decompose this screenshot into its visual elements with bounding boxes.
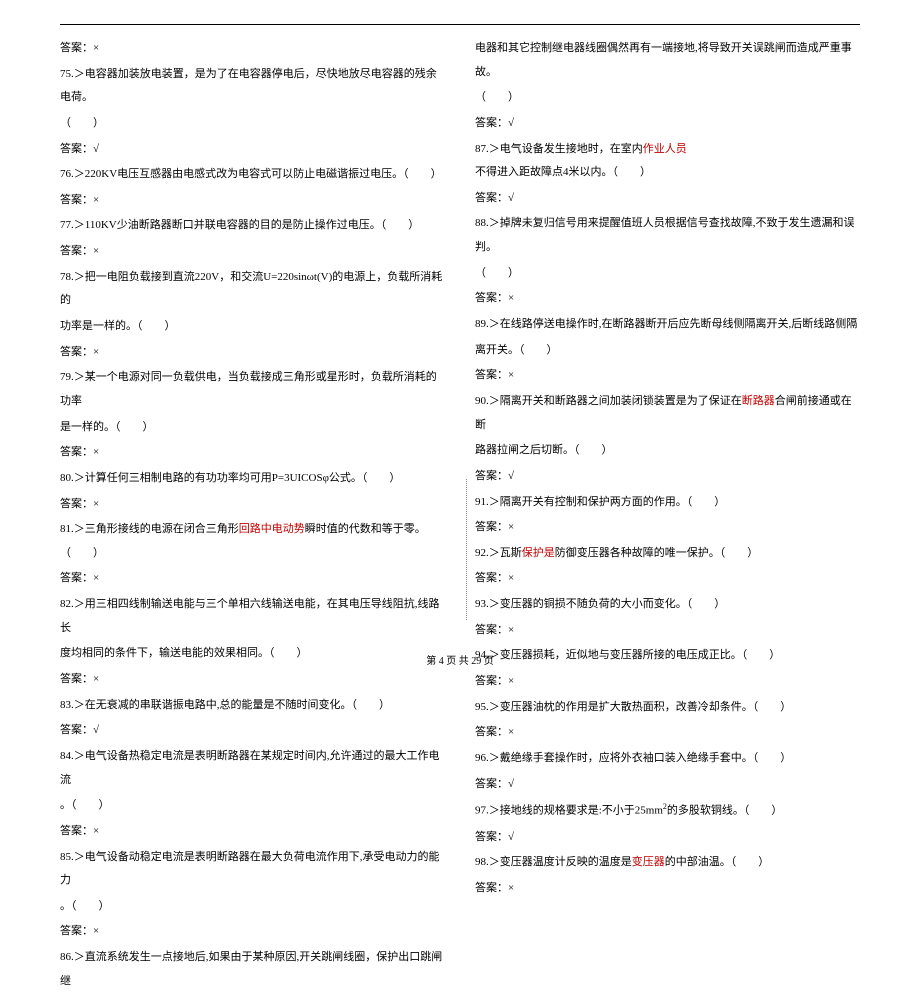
q90-red: 断路器 — [742, 395, 775, 407]
question-98: 98.＞变压器温度计反映的温度是变压器的中部油温。（ ） — [475, 851, 860, 875]
question-88-line1: 88.＞掉牌未复归信号用来提醒值班人员根据信号查找故障,不致于发生遗漏和误判。 — [475, 212, 860, 259]
question-87: 87.＞电气设备发生接地时，在室内作业人员不得进入距故障点4米以内。（ ） — [475, 138, 860, 185]
question-75: 75.＞电容器加装放电装置，是为了在电容器停电后，尽快地放尽电容器的残余电荷。 — [60, 63, 445, 110]
question-89-line2: 离开关。（ ） — [475, 339, 860, 363]
answer-96: 答案：√ — [475, 773, 860, 797]
q92-red: 保护是 — [522, 547, 555, 559]
question-92: 92.＞瓦斯保护是防御变压器各种故障的唯一保护。（ ） — [475, 542, 860, 566]
answer-74: 答案：× — [60, 37, 445, 61]
answer-86: 答案：√ — [475, 112, 860, 136]
q97-pre: 97.＞接地线的规格要求是:不小于25mm — [475, 805, 663, 817]
answer-88: 答案：× — [475, 287, 860, 311]
right-column: 电器和其它控制继电器线圈偶然再有一端接地,将导致开关误跳闸而造成严重事故。 （ … — [475, 35, 860, 993]
top-rule — [60, 24, 860, 25]
question-80: 80.＞计算任何三相制电路的有功功率均可用P=3UICOSφ公式。（ ） — [60, 467, 445, 491]
q81-red: 回路中电动势 — [239, 523, 305, 535]
column-divider — [466, 479, 467, 620]
question-85-line1: 85.＞电气设备动稳定电流是表明断路器在最大负荷电流作用下,承受电动力的能力 — [60, 846, 445, 893]
question-86-cont2: （ ） — [475, 86, 860, 110]
question-86-cont1: 电器和其它控制继电器线圈偶然再有一端接地,将导致开关误跳闸而造成严重事故。 — [475, 37, 860, 84]
question-82-line1: 82.＞用三相四线制输送电能与三个单相六线输送电能，在其电压导线阻抗,线路长 — [60, 593, 445, 640]
q92-pre: 92.＞瓦斯 — [475, 547, 522, 559]
answer-84: 答案：× — [60, 820, 445, 844]
question-79-line2: 是一样的。（ ） — [60, 416, 445, 440]
answer-90: 答案：√ — [475, 465, 860, 489]
question-86-line1: 86.＞直流系统发生一点接地后,如果由于某种原因,开关跳闸线圈，保护出口跳闸继 — [60, 946, 445, 993]
question-93: 93.＞变压器的铜损不随负荷的大小而变化。（ ） — [475, 593, 860, 617]
answer-91: 答案：× — [475, 516, 860, 540]
question-89-line1: 89.＞在线路停送电操作时,在断路器断开后应先断母线侧隔离开关,后断线路侧隔 — [475, 313, 860, 337]
question-76: 76.＞220KV电压互感器由电感式改为电容式可以防止电磁谐振过电压。（ ） — [60, 163, 445, 187]
question-85-line2: 。（ ） — [60, 895, 445, 919]
question-77: 77.＞110KV少油断路器断口并联电容器的目的是防止操作过电压。（ ） — [60, 214, 445, 238]
q92-post: 防御变压器各种故障的唯一保护。（ ） — [555, 547, 759, 559]
question-84-line2: 。（ ） — [60, 794, 445, 818]
question-88-line2: （ ） — [475, 262, 860, 286]
question-96: 96.＞戴绝缘手套操作时，应将外衣袖口装入绝缘手套中。（ ） — [475, 747, 860, 771]
q98-post: 的中部油温。（ ） — [665, 856, 770, 868]
question-95: 95.＞变压器油枕的作用是扩大散热面积，改善冷却条件。（ ） — [475, 696, 860, 720]
q90-pre: 90.＞隔离开关和断路器之间加装闭锁装置是为了保证在 — [475, 395, 742, 407]
question-84-line1: 84.＞电气设备热稳定电流是表明断路器在某规定时间内,允许通过的最大工作电流 — [60, 745, 445, 792]
question-97: 97.＞接地线的规格要求是:不小于25mm2的多股软铜线。（ ） — [475, 798, 860, 823]
question-90-line1: 90.＞隔离开关和断路器之间加装闭锁装置是为了保证在断路器合闸前接通或在断 — [475, 390, 860, 437]
answer-89: 答案：× — [475, 364, 860, 388]
q98-red: 变压器 — [632, 856, 665, 868]
answer-79: 答案：× — [60, 441, 445, 465]
answer-83: 答案：√ — [60, 719, 445, 743]
question-79-line1: 79.＞某一个电源对同一负载供电，当负载接成三角形或星形时，负载所消耗的功率 — [60, 366, 445, 413]
question-78-line1: 78.＞把一电阻负载接到直流220V，和交流U=220sinωt(V)的电源上，… — [60, 266, 445, 313]
question-90-line2: 路器拉闸之后切断。（ ） — [475, 439, 860, 463]
answer-95: 答案：× — [475, 721, 860, 745]
q87-pre: 87.＞电气设备发生接地时，在室内 — [475, 143, 643, 155]
answer-75: 答案：√ — [60, 138, 445, 162]
question-91: 91.＞隔离开关有控制和保护两方面的作用。（ ） — [475, 491, 860, 515]
answer-98: 答案：× — [475, 877, 860, 901]
q98-pre: 98.＞变压器温度计反映的温度是 — [475, 856, 632, 868]
answer-92: 答案：× — [475, 567, 860, 591]
answer-77: 答案：× — [60, 240, 445, 264]
answer-78: 答案：× — [60, 341, 445, 365]
left-column: 答案：× 75.＞电容器加装放电装置，是为了在电容器停电后，尽快地放尽电容器的残… — [60, 35, 445, 993]
q87-red: 作业人员 — [643, 143, 687, 155]
answer-93: 答案：× — [475, 619, 860, 643]
answer-87: 答案：√ — [475, 187, 860, 211]
question-81: 81.＞三角形接线的电源在闭合三角形回路中电动势瞬时值的代数和等于零。（ ） — [60, 518, 445, 565]
q81-pre: 81.＞三角形接线的电源在闭合三角形 — [60, 523, 239, 535]
paren-75: （ ） — [60, 112, 445, 136]
answer-82: 答案：× — [60, 668, 445, 692]
answer-85: 答案：× — [60, 920, 445, 944]
answer-94: 答案：× — [475, 670, 860, 694]
q97-post: 的多股软铜线。（ ） — [667, 805, 783, 817]
question-78-line2: 功率是一样的。（ ） — [60, 315, 445, 339]
answer-97: 答案：√ — [475, 826, 860, 850]
question-83: 83.＞在无衰减的串联谐振电路中,总的能量是不随时间变化。（ ） — [60, 694, 445, 718]
answer-76: 答案：× — [60, 189, 445, 213]
q87-post: 不得进入距故障点4米以内。（ ） — [475, 166, 651, 178]
answer-80: 答案：× — [60, 493, 445, 517]
page-footer: 第 4 页 共 29 页 — [0, 652, 920, 667]
answer-81: 答案：× — [60, 567, 445, 591]
columns: 答案：× 75.＞电容器加装放电装置，是为了在电容器停电后，尽快地放尽电容器的残… — [60, 35, 860, 993]
